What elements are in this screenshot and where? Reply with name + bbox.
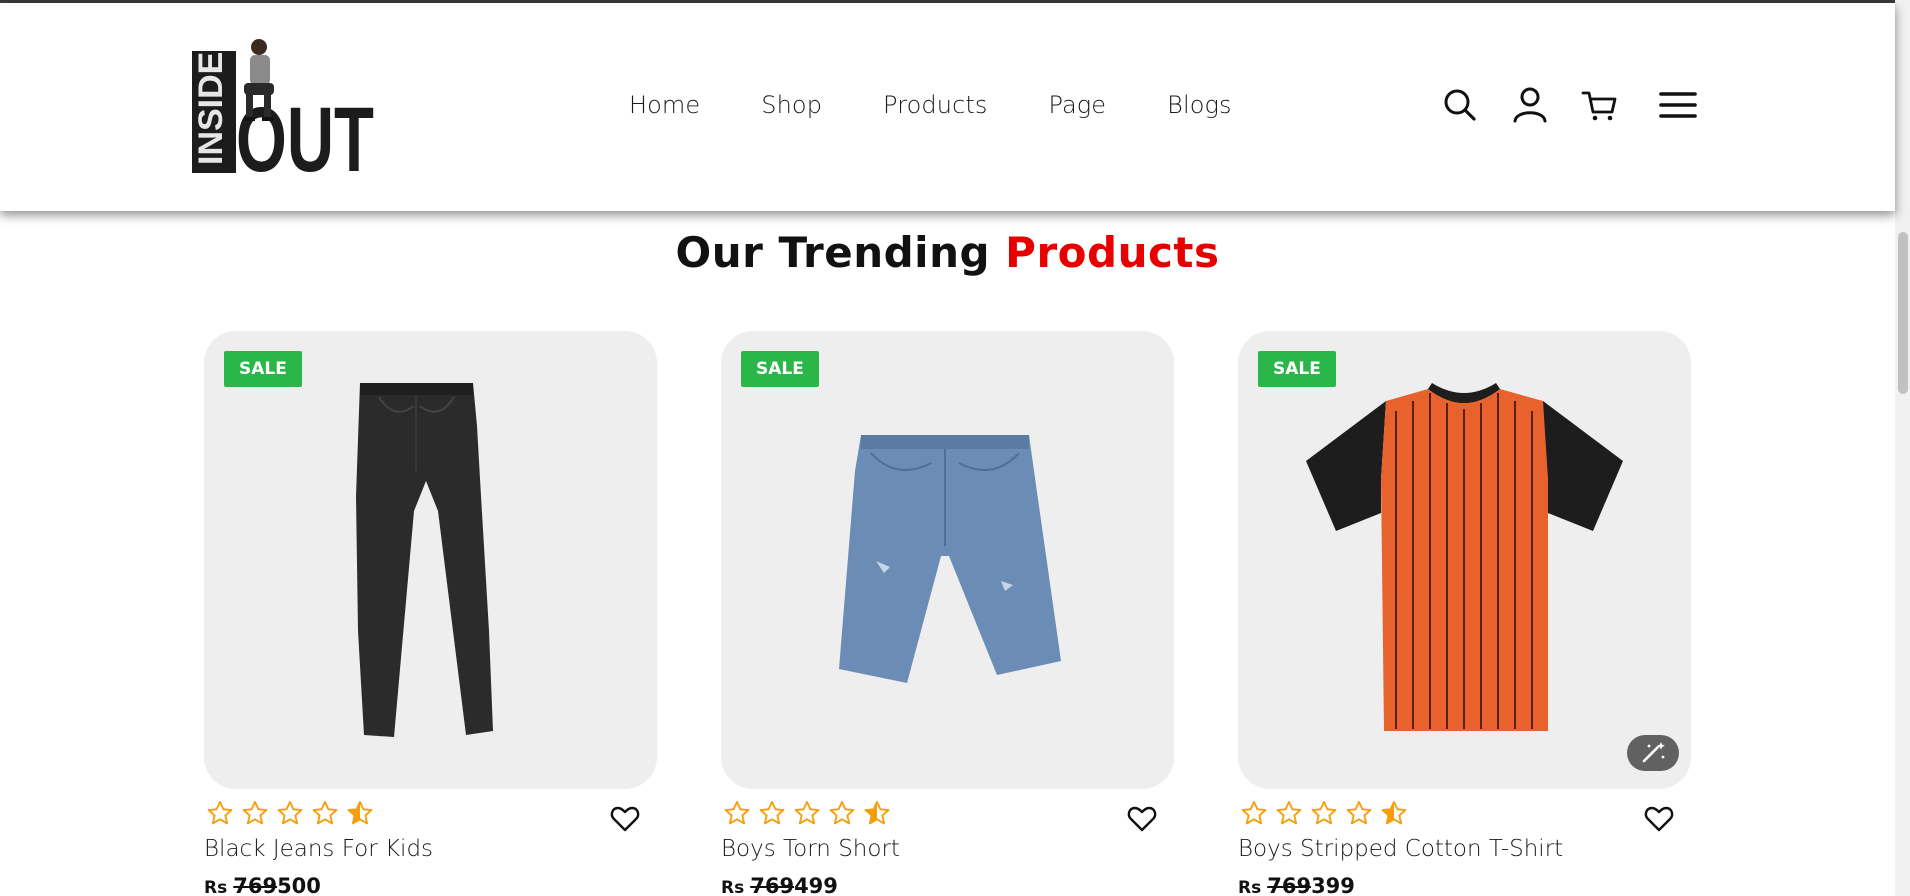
product-card[interactable]: SALE Black Jeans For Kids Rs 769500 [204, 331, 657, 896]
section-title-main: Our Trending [675, 228, 991, 277]
site-logo[interactable]: INSIDE OUT [192, 37, 374, 191]
star-half-icon [864, 800, 890, 825]
page-scrollbar[interactable] [1895, 0, 1910, 896]
star-outline-icon [794, 800, 820, 825]
star-outline-icon [312, 800, 338, 825]
product-price: Rs 769499 [721, 874, 838, 896]
wishlist-heart-icon[interactable] [1126, 803, 1158, 835]
nav-shop[interactable]: Shop [761, 91, 822, 119]
product-image-black-jeans [356, 383, 493, 737]
currency-label: Rs [721, 878, 745, 896]
star-outline-icon [829, 800, 855, 825]
user-icon[interactable] [1510, 85, 1550, 125]
star-half-icon [1381, 800, 1407, 825]
star-outline-icon [1241, 800, 1267, 825]
star-rating [206, 799, 374, 829]
wishlist-heart-icon[interactable] [609, 803, 641, 835]
sale-badge: SALE [1258, 351, 1336, 387]
star-half-icon [347, 800, 373, 825]
star-outline-icon [207, 800, 233, 825]
menu-icon[interactable] [1658, 85, 1698, 125]
old-price: 769 [1267, 874, 1312, 896]
product-price: Rs 769500 [204, 874, 321, 896]
logo-out-text: OUT [236, 89, 374, 173]
currency-label: Rs [204, 878, 228, 896]
sale-price: 399 [1311, 874, 1355, 896]
product-card[interactable]: SALE Boys Torn Short Rs 769499 [721, 331, 1174, 896]
product-price: Rs 769399 [1238, 874, 1355, 896]
sale-badge: SALE [224, 351, 302, 387]
star-outline-icon [1346, 800, 1372, 825]
product-image-box[interactable]: SALE [721, 331, 1174, 789]
header-icons [1440, 85, 1700, 133]
wishlist-heart-icon[interactable] [1643, 803, 1675, 835]
product-image-striped-tshirt [1306, 383, 1623, 731]
currency-label: Rs [1238, 878, 1262, 896]
star-outline-icon [277, 800, 303, 825]
product-name[interactable]: Black Jeans For Kids [204, 836, 433, 862]
product-image-box[interactable]: SALE [1238, 331, 1691, 789]
sale-price: 499 [794, 874, 838, 896]
search-icon[interactable] [1440, 85, 1480, 125]
star-outline-icon [1276, 800, 1302, 825]
old-price: 769 [233, 874, 278, 896]
star-outline-icon [242, 800, 268, 825]
section-title: Our Trending Products [0, 228, 1895, 277]
sale-price: 500 [277, 874, 321, 896]
cart-icon[interactable] [1580, 85, 1620, 125]
nav-page[interactable]: Page [1048, 91, 1106, 119]
sale-badge: SALE [741, 351, 819, 387]
main-nav: Home Shop Products Page Blogs [629, 91, 1232, 119]
star-rating [1240, 799, 1408, 829]
star-rating [723, 799, 891, 829]
scrollbar-thumb[interactable] [1898, 232, 1908, 394]
product-name[interactable]: Boys Torn Short [721, 836, 900, 862]
star-outline-icon [1311, 800, 1337, 825]
star-outline-icon [724, 800, 750, 825]
product-name[interactable]: Boys Stripped Cotton T-Shirt [1238, 836, 1563, 862]
site-header: INSIDE OUT Home Shop Products Page Blogs [0, 3, 1895, 211]
product-image-torn-shorts [839, 435, 1061, 683]
product-image-box[interactable]: SALE [204, 331, 657, 789]
old-price: 769 [750, 874, 795, 896]
magic-wand-icon[interactable] [1627, 735, 1679, 771]
star-outline-icon [759, 800, 785, 825]
nav-blogs[interactable]: Blogs [1167, 91, 1231, 119]
product-card[interactable]: SALE Boys Stripped Cotton T-Shirt Rs 7693… [1238, 331, 1691, 896]
logo-inside-text: INSIDE [192, 52, 230, 165]
nav-products[interactable]: Products [883, 91, 987, 119]
inside-out-logo: INSIDE OUT [192, 39, 374, 191]
section-title-accent: Products [1005, 228, 1220, 277]
nav-home[interactable]: Home [629, 91, 700, 119]
